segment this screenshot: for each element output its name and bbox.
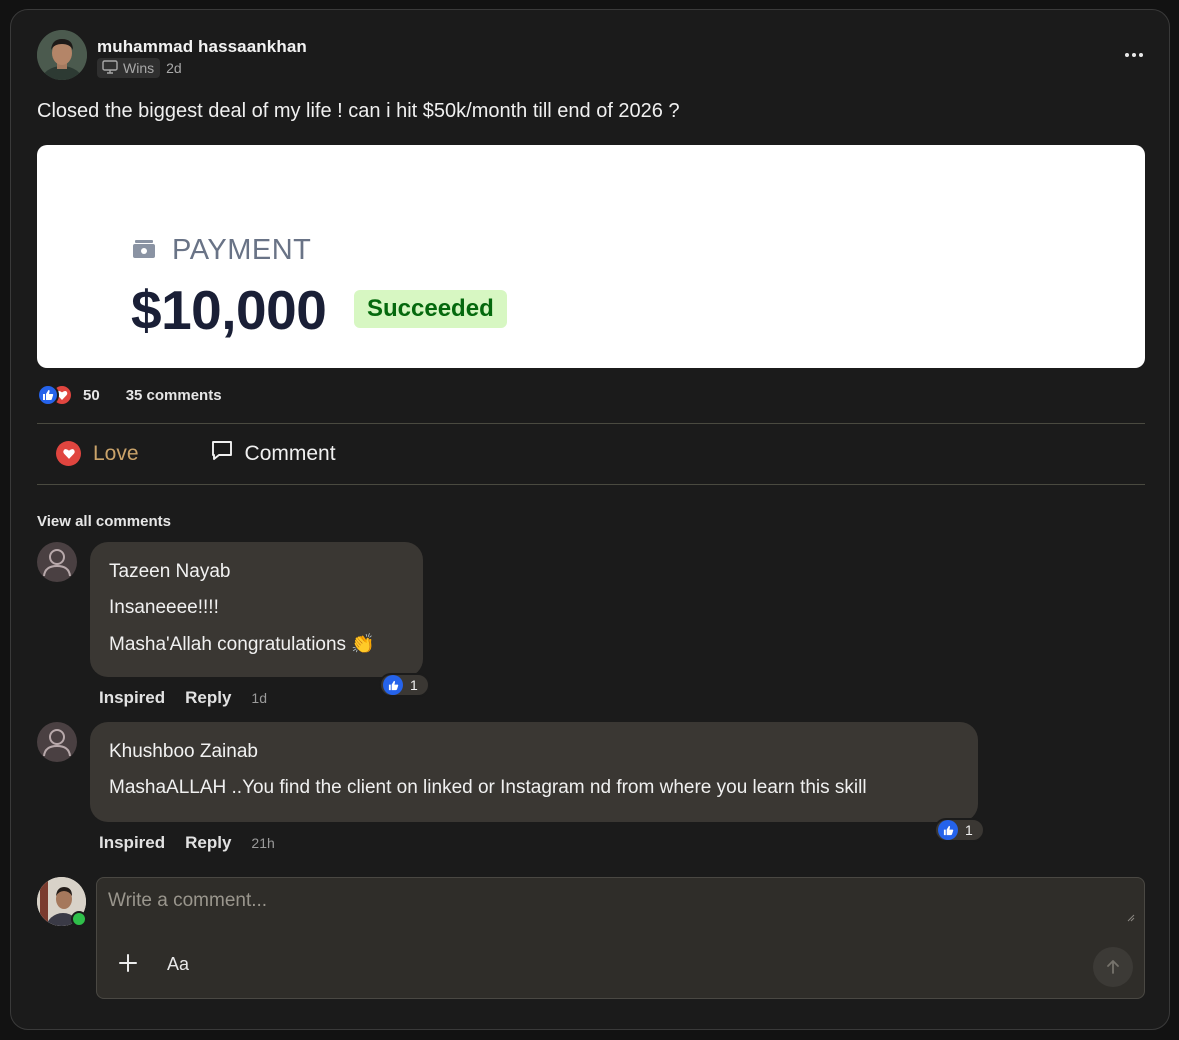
payment-amount: $10,000 <box>131 279 327 341</box>
send-arrow-icon <box>1107 960 1119 974</box>
comment-text: Insaneeee!!!! <box>109 597 219 618</box>
comment-label: Comment <box>244 441 336 465</box>
comment-button[interactable]: Comment <box>211 440 336 467</box>
monitor-icon <box>102 59 118 77</box>
post-actions: Love Comment <box>56 440 336 467</box>
post-time: 2d <box>166 60 182 76</box>
inspired-button[interactable]: Inspired <box>99 688 165 708</box>
payment-label: PAYMENT <box>172 234 312 266</box>
comment-input[interactable] <box>108 890 1134 926</box>
divider <box>37 423 1145 424</box>
comment-icon <box>211 440 233 467</box>
post-meta: Wins 2d <box>97 58 182 78</box>
reaction-number: 1 <box>965 822 973 838</box>
view-all-comments-link[interactable]: View all comments <box>37 513 171 530</box>
user-icon[interactable] <box>37 722 77 762</box>
comment-time: 1d <box>251 690 267 706</box>
send-button[interactable] <box>1093 947 1133 987</box>
divider <box>37 484 1145 485</box>
text-format-button[interactable]: Aa <box>167 954 189 975</box>
online-status-indicator <box>71 911 87 927</box>
commenter-name[interactable]: Khushboo Zainab <box>109 741 258 763</box>
comment-actions: Inspired Reply 21h <box>99 833 275 853</box>
comment-text: MashaALLAH ..You find the client on link… <box>109 777 867 798</box>
plus-icon[interactable] <box>117 952 139 974</box>
payment-status-badge: Succeeded <box>354 290 507 328</box>
comment-text: Masha'Allah congratulations 👏 <box>109 634 375 655</box>
user-icon[interactable] <box>37 542 77 582</box>
author-avatar[interactable] <box>37 30 87 80</box>
like-icon <box>938 820 958 840</box>
inspired-button[interactable]: Inspired <box>99 833 165 853</box>
like-icon <box>37 384 59 406</box>
category-label: Wins <box>123 60 155 76</box>
reaction-summary[interactable]: 50 35 comments <box>37 384 222 406</box>
love-label: Love <box>93 441 139 465</box>
reaction-number: 1 <box>410 677 418 693</box>
reply-button[interactable]: Reply <box>185 833 231 853</box>
heart-icon <box>56 441 81 466</box>
like-icon <box>383 675 403 695</box>
post-image[interactable]: PAYMENT $10,000 Succeeded <box>37 145 1145 368</box>
comment-count[interactable]: 35 comments <box>126 387 222 404</box>
reply-button[interactable]: Reply <box>185 688 231 708</box>
post-text: Closed the biggest deal of my life ! can… <box>37 100 680 122</box>
comment-reaction-count[interactable]: 1 <box>934 818 985 842</box>
comment-bubble <box>90 722 978 822</box>
more-icon[interactable] <box>1121 46 1147 64</box>
payment-header: PAYMENT <box>132 234 311 267</box>
love-button[interactable]: Love <box>56 441 139 466</box>
resize-handle-icon[interactable] <box>1127 914 1135 922</box>
comment-composer: Aa <box>96 877 1145 999</box>
comment-time: 21h <box>251 835 275 851</box>
reaction-count: 50 <box>83 386 100 404</box>
comment-reaction-count[interactable]: 1 <box>379 673 430 697</box>
author-name[interactable]: muhammad hassaankhan <box>97 37 307 57</box>
commenter-name[interactable]: Tazeen Nayab <box>109 561 230 583</box>
comment-actions: Inspired Reply 1d <box>99 688 267 708</box>
wallet-icon <box>132 234 156 267</box>
category-badge[interactable]: Wins <box>97 58 161 78</box>
